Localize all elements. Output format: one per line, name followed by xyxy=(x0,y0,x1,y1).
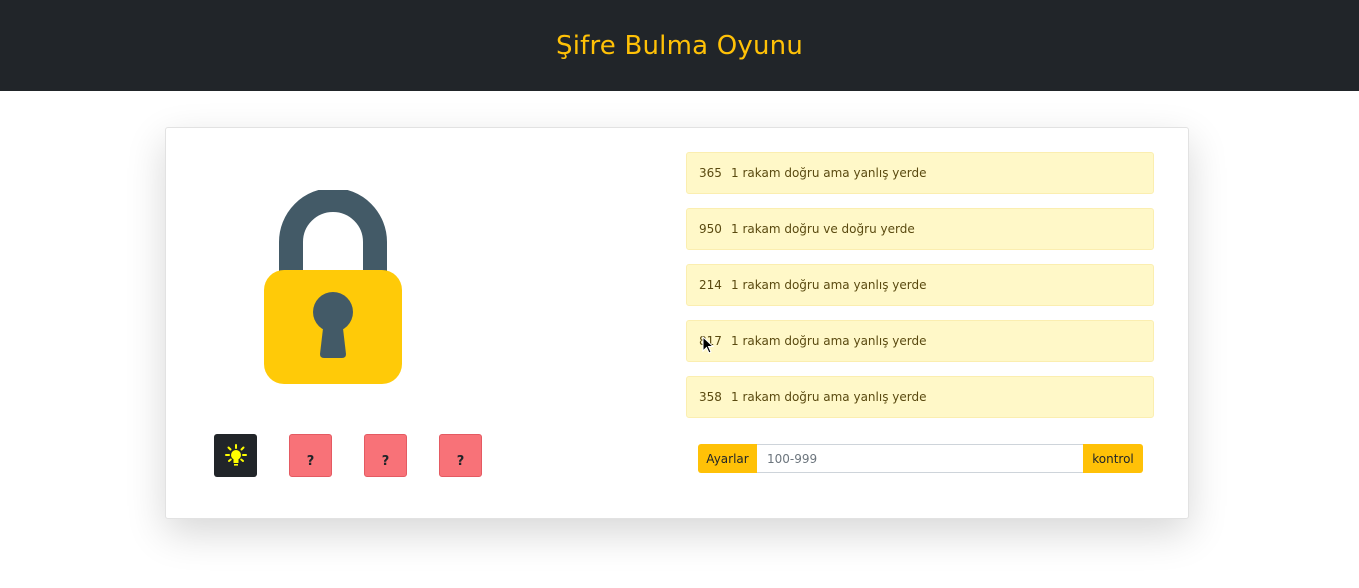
guess-number: 365 xyxy=(699,166,722,180)
padlock-icon xyxy=(264,190,402,384)
lightbulb-icon xyxy=(224,443,247,466)
hint-slot-label: ? xyxy=(306,454,315,469)
hint-slot-1[interactable]: ? xyxy=(289,434,332,477)
header-bar: Şifre Bulma Oyunu xyxy=(0,0,1359,91)
hint-slot-label: ? xyxy=(381,454,390,469)
check-button[interactable]: kontrol xyxy=(1083,444,1143,473)
guess-row: 950 1 rakam doğru ve doğru yerde xyxy=(686,208,1154,250)
hint-slot-label: ? xyxy=(456,454,465,469)
mouse-cursor-icon xyxy=(702,336,714,354)
guess-result: 1 rakam doğru ama yanlış yerde xyxy=(731,166,927,180)
guess-row: 214 1 rakam doğru ama yanlış yerde xyxy=(686,264,1154,306)
guess-row: 358 1 rakam doğru ama yanlış yerde xyxy=(686,376,1154,418)
settings-button[interactable]: Ayarlar xyxy=(698,444,757,473)
guess-result: 1 rakam doğru ama yanlış yerde xyxy=(731,334,927,348)
page-title: Şifre Bulma Oyunu xyxy=(555,30,803,61)
guess-result: 1 rakam doğru ama yanlış yerde xyxy=(731,390,927,404)
guess-number: 358 xyxy=(699,390,722,404)
game-card: ? ? ? 365 1 rakam doğru ama yanlış yerde… xyxy=(165,127,1189,519)
guess-input-group: Ayarlar kontrol xyxy=(698,444,1143,473)
guess-result: 1 rakam doğru ve doğru yerde xyxy=(731,222,915,236)
hint-slot-2[interactable]: ? xyxy=(364,434,407,477)
guess-row: 365 1 rakam doğru ama yanlış yerde xyxy=(686,152,1154,194)
guess-number: 214 xyxy=(699,278,722,292)
guess-row: 817 1 rakam doğru ama yanlış yerde xyxy=(686,320,1154,362)
guess-result: 1 rakam doğru ama yanlış yerde xyxy=(731,278,927,292)
hint-lightbulb-button[interactable] xyxy=(214,434,257,477)
guess-input[interactable] xyxy=(757,444,1083,473)
guess-number: 950 xyxy=(699,222,722,236)
hint-slot-3[interactable]: ? xyxy=(439,434,482,477)
